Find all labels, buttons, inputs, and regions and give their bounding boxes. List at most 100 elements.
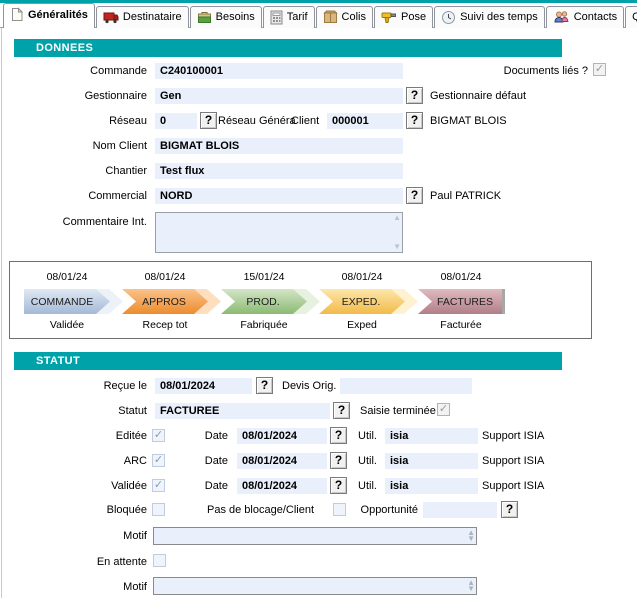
tab-besoins[interactable]: Besoins	[190, 6, 262, 28]
recue-le-label: Reçue le	[14, 380, 147, 392]
tab-label: Tarif	[287, 11, 308, 23]
pas-blocage-checkbox[interactable]	[333, 503, 346, 516]
recue-le-help-button[interactable]: ?	[256, 377, 273, 394]
client-label: Client	[291, 115, 319, 127]
scroll-down-icon[interactable]: ▼	[467, 584, 475, 594]
tab-suivi-des-temps[interactable]: Suivi des temps	[434, 6, 545, 28]
documents-lies-checkbox[interactable]: ✓	[593, 63, 606, 76]
client-help-button[interactable]: ?	[406, 112, 423, 129]
chantier-label: Chantier	[14, 165, 147, 177]
opportunite-help-button[interactable]: ?	[501, 501, 518, 518]
en-attente-checkbox[interactable]	[153, 554, 166, 567]
tab-destinataire[interactable]: Destinataire	[96, 6, 189, 28]
reseau-help-button[interactable]: ?	[200, 112, 217, 129]
tab-label: Contacts	[574, 11, 617, 23]
tab-qui-quand[interactable]: Qui, quand ?	[625, 6, 637, 28]
validee-checkbox[interactable]: ✓	[152, 479, 165, 492]
editee-util-field[interactable]: isia	[385, 428, 478, 444]
tab-colis[interactable]: Colis	[316, 6, 373, 28]
validee-date-help-button[interactable]: ?	[330, 477, 347, 494]
arc-util-label: Util.	[350, 455, 377, 467]
donnees-section-header: DONNEES	[14, 39, 562, 57]
commande-field[interactable]: C240100001	[155, 63, 403, 79]
commentaire-textarea[interactable]: ▲ ▼	[155, 212, 403, 253]
tabbar: Généralités Destinataire Besoins Tarif C…	[3, 3, 637, 28]
saisie-terminee-label: Saisie terminée	[360, 405, 433, 417]
validee-util-label: Util.	[350, 480, 377, 492]
tab-label: Besoins	[216, 11, 255, 23]
motif2-label: Motif	[14, 581, 147, 593]
en-attente-label: En attente	[14, 556, 147, 568]
clock-icon	[441, 10, 456, 25]
saisie-terminee-checkbox[interactable]: ✓	[437, 403, 450, 416]
arc-label: ARC	[14, 455, 147, 467]
tab-generalites[interactable]: Généralités	[3, 3, 95, 28]
bloquee-checkbox[interactable]	[152, 503, 165, 516]
motif-label: Motif	[14, 530, 147, 542]
gestionnaire-label: Gestionnaire	[14, 90, 147, 102]
tab-label: Généralités	[28, 9, 88, 21]
editee-util-note: Support ISIA	[482, 430, 544, 442]
arc-util-note: Support ISIA	[482, 455, 544, 467]
commercial-help-button[interactable]: ?	[406, 187, 423, 204]
tab-label: Pose	[401, 11, 426, 23]
arc-date-label: Date	[180, 455, 228, 467]
validee-date-label: Date	[180, 480, 228, 492]
validee-date-field[interactable]: 08/01/2024	[237, 478, 327, 494]
scroll-up-icon[interactable]: ▲	[393, 213, 401, 223]
editee-date-help-button[interactable]: ?	[330, 427, 347, 444]
editee-label: Editée	[14, 430, 147, 442]
reseau-field[interactable]: 0	[155, 113, 197, 129]
workflow-step-status: Validée	[24, 319, 110, 331]
editee-checkbox[interactable]: ✓	[152, 429, 165, 442]
scroll-down-icon[interactable]: ▼	[467, 534, 475, 544]
opportunite-field[interactable]	[423, 502, 497, 518]
nom-client-label: Nom Client	[14, 140, 147, 152]
workflow-step-date: 08/01/24	[418, 271, 504, 283]
scroll-down-icon[interactable]: ▼	[393, 242, 401, 252]
validee-util-field[interactable]: isia	[385, 478, 478, 494]
editee-util-label: Util.	[350, 430, 377, 442]
devis-orig-label: Devis Orig.	[282, 380, 336, 392]
workflow-step-arrow-exped: EXPED.	[319, 289, 405, 314]
gestionnaire-help-button[interactable]: ?	[406, 87, 423, 104]
chantier-field[interactable]: Test flux	[155, 163, 403, 179]
workflow-step-date: 08/01/24	[24, 271, 110, 283]
tab-tarif[interactable]: Tarif	[263, 6, 315, 28]
gestionnaire-note: Gestionnaire défaut	[430, 90, 526, 102]
workflow-step-arrow-commande: COMMANDE	[24, 289, 110, 314]
reseau-generale-label: Réseau Généra	[218, 115, 296, 127]
statut-label: Statut	[14, 405, 147, 417]
tab-pose[interactable]: Pose	[374, 6, 433, 28]
client-note: BIGMAT BLOIS	[430, 115, 507, 127]
nom-client-field[interactable]: BIGMAT BLOIS	[155, 138, 403, 154]
arc-util-field[interactable]: isia	[385, 453, 478, 469]
statut-field[interactable]: FACTUREE	[155, 403, 330, 419]
validee-label: Validée	[14, 480, 147, 492]
workflow-step-arrow-prod: PROD.	[221, 289, 307, 314]
commercial-field[interactable]: NORD	[155, 188, 403, 204]
motif2-field[interactable]: ▲ ▼	[153, 577, 477, 595]
tab-contacts[interactable]: Contacts	[546, 6, 624, 28]
arc-date-help-button[interactable]: ?	[330, 452, 347, 469]
pas-blocage-label: Pas de blocage/Client	[207, 504, 314, 516]
client-field[interactable]: 000001	[327, 113, 403, 129]
toolbox-icon	[197, 10, 212, 24]
workflow-step-arrow-factures: FACTURES	[418, 289, 504, 314]
workflow-step-status: Recep tot	[122, 319, 208, 331]
arc-checkbox[interactable]: ✓	[152, 454, 165, 467]
motif-field[interactable]: ▲ ▼	[153, 527, 477, 545]
statut-help-button[interactable]: ?	[333, 402, 350, 419]
gestionnaire-field[interactable]: Gen	[155, 88, 403, 104]
devis-orig-field[interactable]	[340, 378, 472, 394]
truck-icon	[103, 10, 119, 24]
commentaire-label: Commentaire Int.	[14, 216, 147, 228]
commande-label: Commande	[14, 65, 147, 77]
order-window: Généralités Destinataire Besoins Tarif C…	[0, 0, 637, 598]
package-icon	[323, 10, 338, 24]
arc-date-field[interactable]: 08/01/2024	[237, 453, 327, 469]
workflow-step-arrow-appros: APPROS	[122, 289, 208, 314]
calculator-icon	[270, 10, 283, 25]
recue-le-field[interactable]: 08/01/2024	[155, 378, 252, 394]
editee-date-field[interactable]: 08/01/2024	[237, 428, 327, 444]
